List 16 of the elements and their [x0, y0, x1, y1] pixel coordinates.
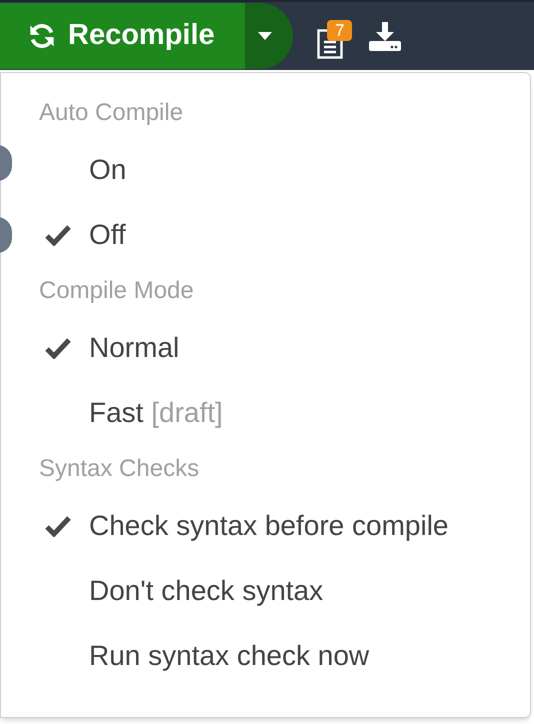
menu-section-header: Auto Compile [38, 98, 184, 128]
menu-item[interactable]: Off [17, 202, 530, 267]
caret-icon [258, 32, 272, 40]
refresh-icon [28, 22, 56, 50]
menu-section-header: Compile Mode [38, 276, 195, 306]
menu-item[interactable]: Check syntax before compile [17, 493, 530, 558]
recompile-button[interactable]: Recompile [0, 3, 245, 69]
dropdown-toggle[interactable] [245, 3, 293, 69]
menu-item[interactable]: On [17, 137, 530, 202]
menu-item[interactable]: Fast [draft] [17, 380, 530, 445]
menu-item[interactable]: Normal [17, 315, 530, 380]
menu-item[interactable]: Don't check syntax [17, 558, 530, 623]
count-badge: 7 [327, 20, 352, 41]
download-icon[interactable] [369, 22, 401, 52]
menu-section-header: Syntax Checks [38, 454, 200, 484]
menu-item[interactable]: Run syntax check now [17, 623, 530, 688]
